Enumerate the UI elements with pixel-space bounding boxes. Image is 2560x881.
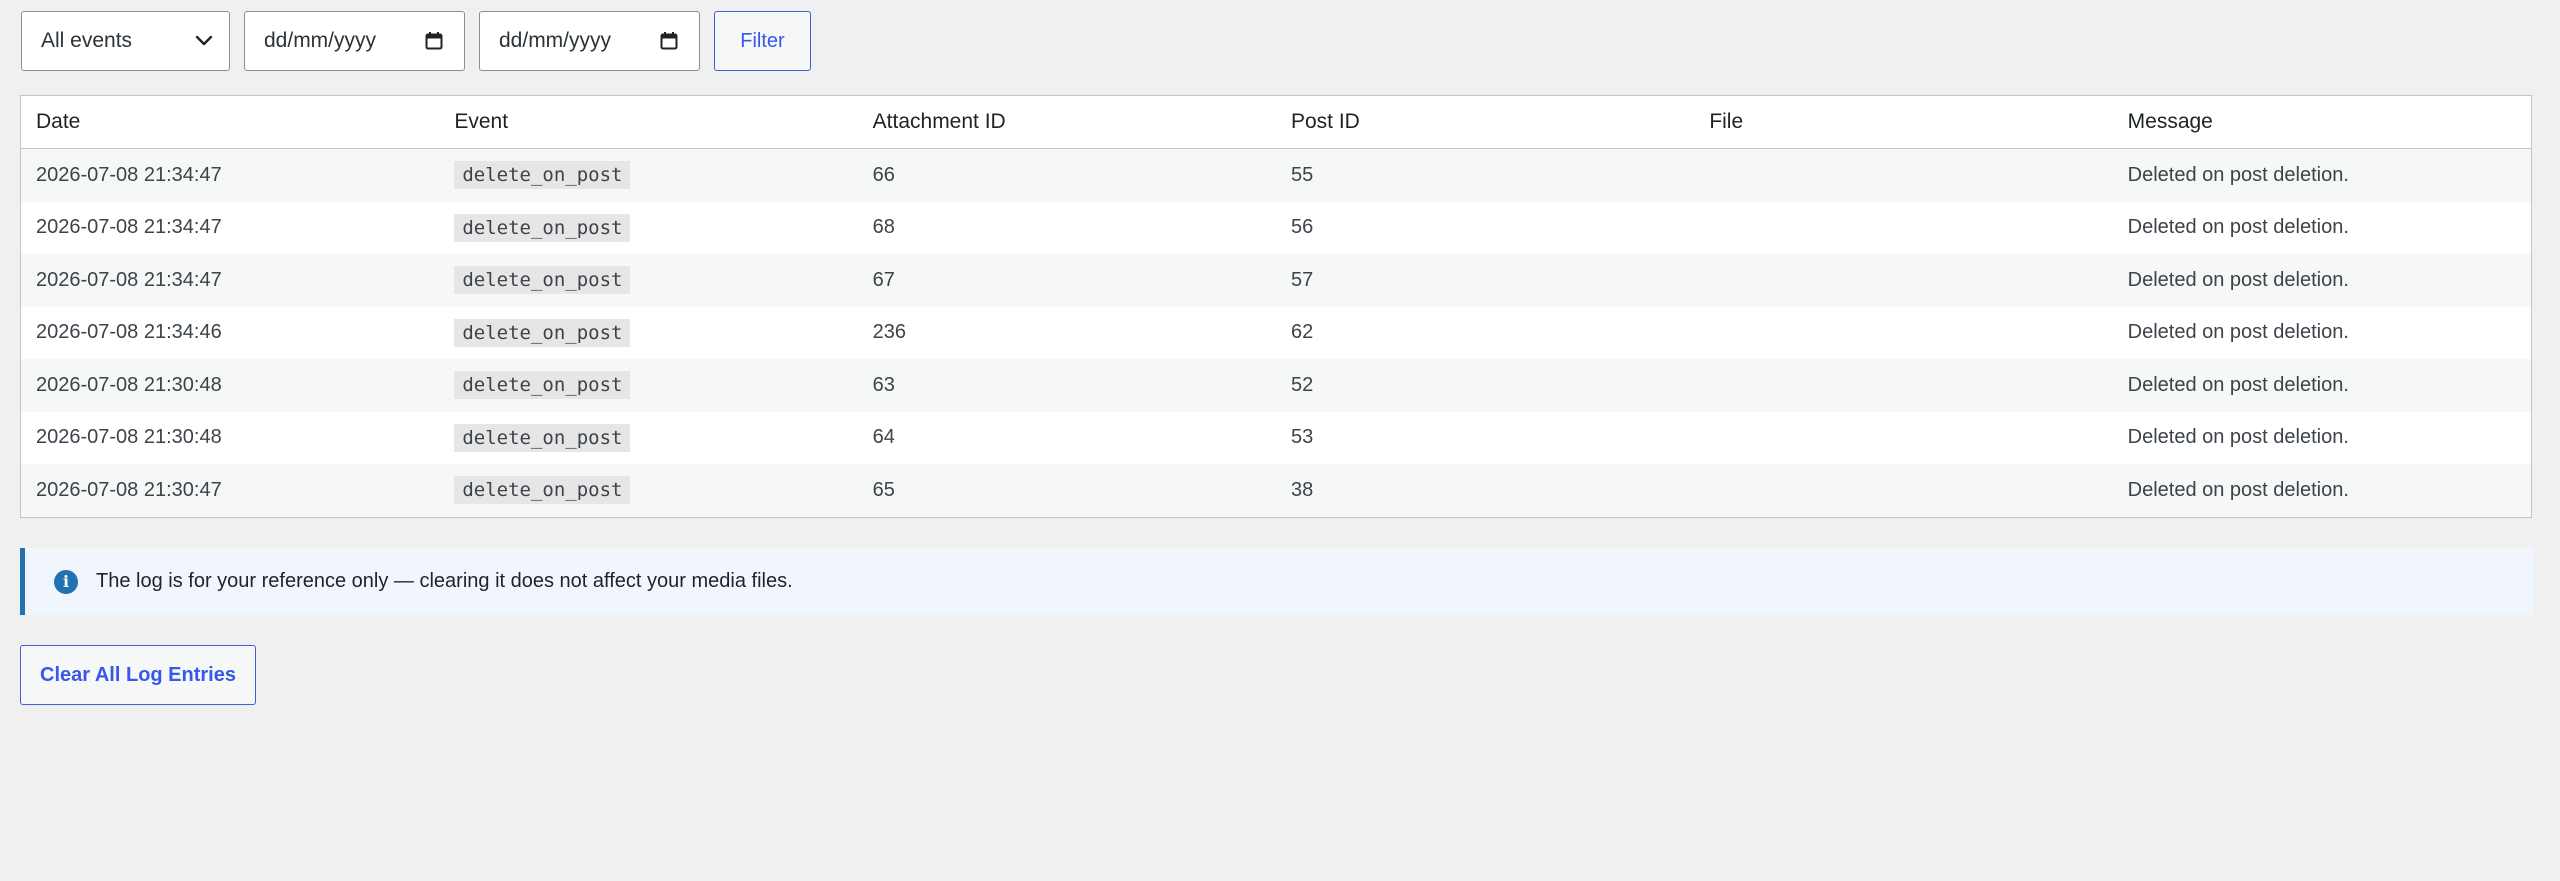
date-from-input[interactable]: dd/mm/yyyy: [244, 11, 465, 71]
event-code: delete_on_post: [454, 266, 631, 295]
cell-message: Deleted on post deletion.: [2127, 373, 2349, 396]
cell-attachment-id: 236: [872, 321, 907, 344]
cell-event: delete_on_post: [439, 476, 857, 505]
event-code: delete_on_post: [454, 213, 631, 242]
calendar-icon[interactable]: [424, 31, 444, 51]
clear-all-log-entries-button[interactable]: Clear All Log Entries: [20, 645, 256, 705]
cell-date: 2026-07-08 21:34:47: [36, 163, 222, 186]
cell-post-id: 57: [1290, 268, 1314, 291]
table-row: 2026-07-08 21:34:46 delete_on_post 236 6…: [21, 307, 2531, 360]
filter-bar: All events dd/mm/yyyy dd/mm/yyyy Filter: [21, 11, 811, 71]
info-notice: i The log is for your reference only — c…: [20, 548, 2534, 615]
cell-message: Deleted on post deletion.: [2127, 268, 2349, 291]
cell-event: delete_on_post: [439, 266, 857, 295]
cell-event: delete_on_post: [439, 318, 857, 347]
column-header-message[interactable]: Message: [2113, 110, 2531, 134]
cell-date: 2026-07-08 21:34:47: [36, 268, 222, 291]
event-code: delete_on_post: [454, 371, 631, 400]
table-row: 2026-07-08 21:34:47 delete_on_post 66 55…: [21, 149, 2531, 202]
cell-post-id: 62: [1290, 321, 1314, 344]
cell-attachment-id: 64: [872, 426, 895, 449]
column-header-post-id[interactable]: Post ID: [1276, 110, 1694, 134]
info-icon: i: [54, 569, 78, 594]
date-from-placeholder: dd/mm/yyyy: [264, 29, 377, 52]
cell-message: Deleted on post deletion.: [2127, 163, 2349, 186]
cell-message: Deleted on post deletion.: [2127, 426, 2349, 449]
cell-event: delete_on_post: [439, 423, 857, 452]
cell-event: delete_on_post: [439, 213, 857, 242]
table-row: 2026-07-08 21:30:48 delete_on_post 63 52…: [21, 359, 2531, 412]
event-type-select[interactable]: All events: [21, 11, 230, 71]
cell-message: Deleted on post deletion.: [2127, 478, 2349, 501]
table-row: 2026-07-08 21:30:48 delete_on_post 64 53…: [21, 412, 2531, 465]
column-header-attachment-id[interactable]: Attachment ID: [858, 110, 1276, 134]
event-code: delete_on_post: [454, 161, 631, 190]
table-row: 2026-07-08 21:30:47 delete_on_post 65 38…: [21, 464, 2531, 517]
cell-post-id: 55: [1290, 163, 1314, 186]
log-page: All events dd/mm/yyyy dd/mm/yyyy Filter …: [0, 0, 2560, 881]
filter-button[interactable]: Filter: [714, 11, 811, 71]
cell-message: Deleted on post deletion.: [2127, 216, 2349, 239]
cell-post-id: 53: [1290, 426, 1314, 449]
date-to-placeholder: dd/mm/yyyy: [499, 29, 612, 52]
cell-attachment-id: 63: [872, 373, 895, 396]
table-row: 2026-07-08 21:34:47 delete_on_post 67 57…: [21, 254, 2531, 307]
cell-event: delete_on_post: [439, 161, 857, 190]
cell-date: 2026-07-08 21:30:48: [36, 426, 222, 449]
event-type-select-value: All events: [41, 29, 133, 52]
cell-message: Deleted on post deletion.: [2127, 321, 2349, 344]
date-to-input[interactable]: dd/mm/yyyy: [479, 11, 700, 71]
cell-post-id: 38: [1290, 478, 1314, 501]
cell-date: 2026-07-08 21:34:46: [36, 321, 222, 344]
cell-post-id: 56: [1290, 216, 1314, 239]
cell-date: 2026-07-08 21:30:48: [36, 373, 222, 396]
event-code: delete_on_post: [454, 318, 631, 347]
cell-date: 2026-07-08 21:34:47: [36, 216, 222, 239]
cell-post-id: 52: [1290, 373, 1314, 396]
chevron-down-icon: [193, 30, 215, 52]
cell-date: 2026-07-08 21:30:47: [36, 478, 222, 501]
cell-attachment-id: 65: [872, 478, 895, 501]
calendar-icon[interactable]: [659, 31, 679, 51]
notice-text: The log is for your reference only — cle…: [96, 570, 793, 592]
column-header-date[interactable]: Date: [21, 110, 439, 134]
event-code: delete_on_post: [454, 476, 631, 505]
cell-attachment-id: 66: [872, 163, 895, 186]
column-header-file[interactable]: File: [1694, 110, 2112, 134]
cell-attachment-id: 68: [872, 216, 895, 239]
table-header-row: Date Event Attachment ID Post ID File Me…: [21, 96, 2531, 149]
cell-attachment-id: 67: [872, 268, 895, 291]
log-table: Date Event Attachment ID Post ID File Me…: [20, 95, 2532, 518]
table-row: 2026-07-08 21:34:47 delete_on_post 68 56…: [21, 202, 2531, 255]
column-header-event[interactable]: Event: [439, 110, 857, 134]
event-code: delete_on_post: [454, 423, 631, 452]
cell-event: delete_on_post: [439, 371, 857, 400]
